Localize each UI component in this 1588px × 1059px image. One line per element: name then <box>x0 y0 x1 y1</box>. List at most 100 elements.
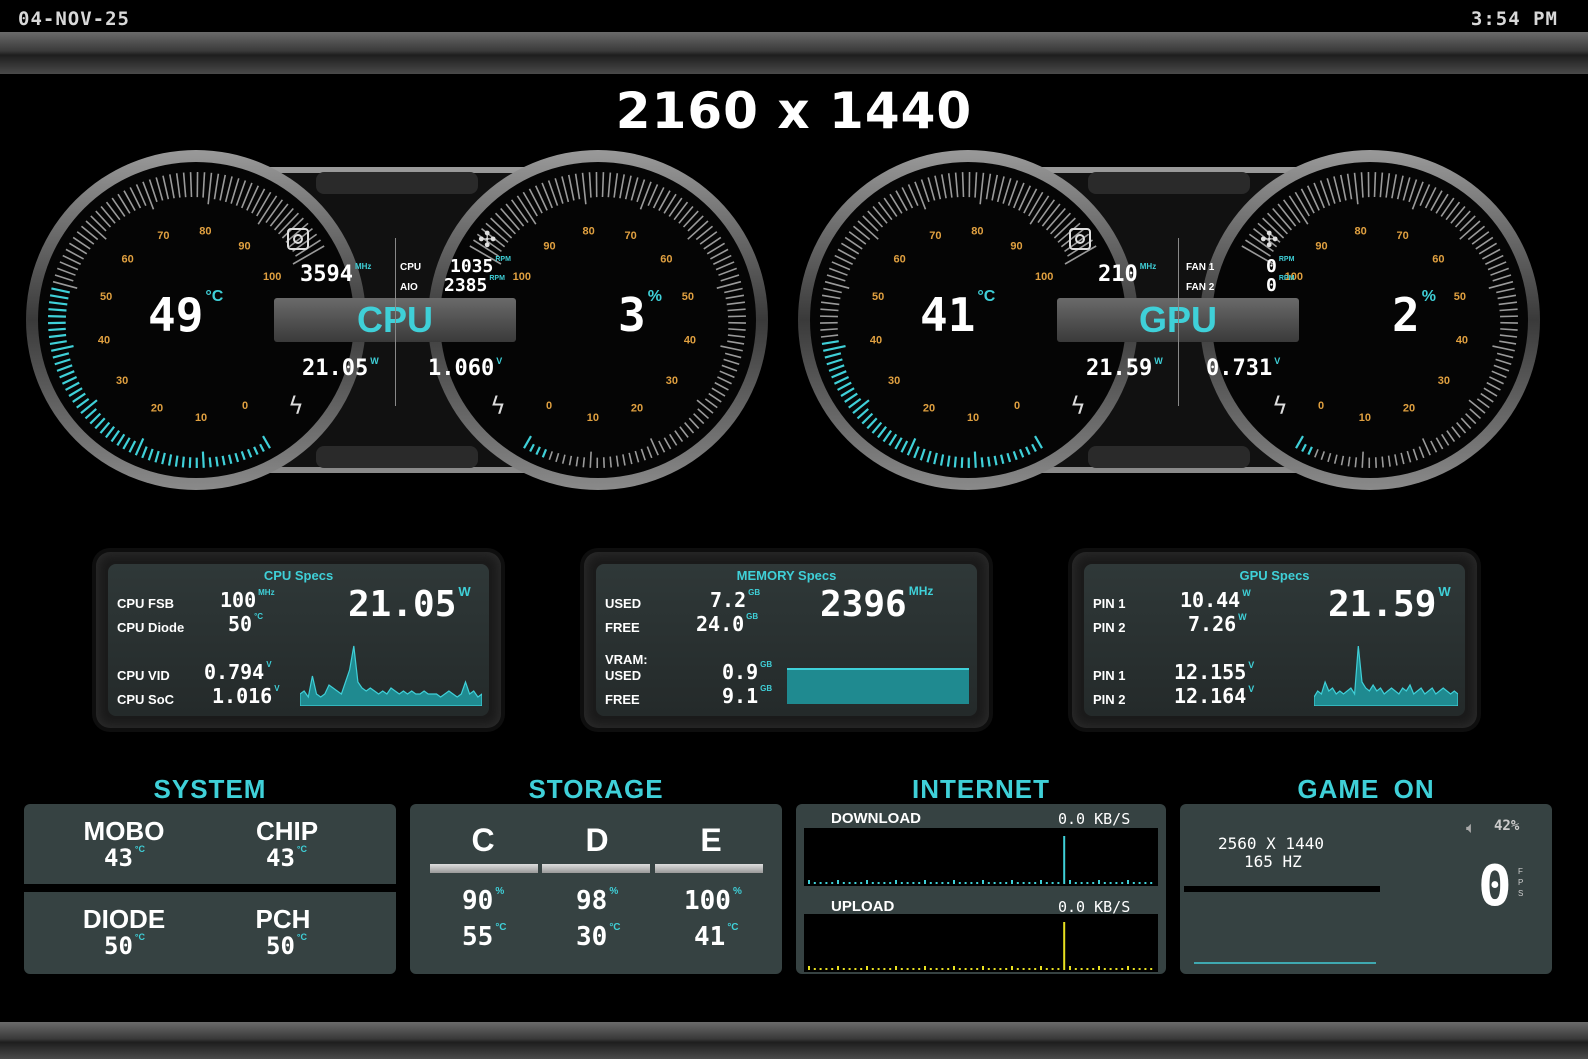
ul-graph-bar <box>860 968 863 970</box>
ul-graph-bar <box>929 968 932 970</box>
ul-graph-bar <box>831 968 834 970</box>
gpu-right-tick <box>1354 457 1358 468</box>
cpu-right-tick-label: 50 <box>682 291 694 303</box>
dl-graph-bar <box>912 882 915 884</box>
pin1-volts: 12.155 V <box>1174 660 1255 684</box>
cpu-fan-label-2: AIO <box>400 282 418 293</box>
cpu-left-tick <box>48 327 66 332</box>
memory-clock: 2396 MHz <box>820 584 934 625</box>
cpu-left-tick <box>201 451 205 468</box>
dl-graph-bar <box>842 882 845 884</box>
dl-graph-bar <box>1127 880 1129 884</box>
dl-graph-bar <box>1132 882 1135 884</box>
gpu-graph-area <box>1314 645 1458 706</box>
dl-graph-bar <box>1005 882 1008 884</box>
gpu-clock: 210 MHz <box>1098 262 1157 287</box>
gpu-right-tick-label: 0 <box>1318 400 1324 412</box>
ul-graph-bar <box>848 968 851 970</box>
cpu-left-tick <box>189 172 193 198</box>
cpu-soc-label: CPU SoC <box>117 692 175 707</box>
gpu-right-tick-label: 90 <box>1315 240 1327 252</box>
ul-graph-bar <box>1034 968 1037 970</box>
dl-graph-bar <box>900 882 903 884</box>
dl-graph-bar <box>1022 882 1025 884</box>
fps-value: 0 <box>1478 854 1512 919</box>
cpu-voltage: 1.060 V <box>428 356 503 381</box>
memory-used-value: 7.2 GB <box>710 588 761 612</box>
cpu-right-tick <box>589 451 592 468</box>
dl-graph-bar <box>1063 836 1066 884</box>
dl-graph-bar <box>1150 882 1153 884</box>
ul-graph-bar <box>819 968 822 970</box>
ul-graph-bar <box>999 968 1002 970</box>
gpu-right-tick <box>1381 456 1384 468</box>
dl-graph-bar <box>1069 880 1071 884</box>
dl-graph-bar <box>993 882 996 884</box>
cpu-left-tick-label: 100 <box>263 271 281 283</box>
vram-used-value: 0.9 GB <box>722 660 773 684</box>
dl-graph-bar <box>871 882 874 884</box>
cpu-diode-label: CPU Diode <box>117 620 185 635</box>
ul-graph-bar <box>808 966 810 970</box>
gpu-left-tick <box>987 456 991 467</box>
game-heading: GAME ON <box>1297 774 1435 804</box>
cpu-right-tick-label: 20 <box>631 403 643 415</box>
dl-graph-bar <box>1092 882 1095 884</box>
dl-graph-bar <box>947 882 950 884</box>
cpu-right-tick-label: 100 <box>513 271 531 283</box>
memory-free-value: 24.0 GB <box>696 612 759 636</box>
dl-graph-bar <box>848 882 851 884</box>
gpu-left-tick <box>961 172 965 198</box>
cpu-left-tick <box>174 455 179 467</box>
dl-graph-bar <box>1098 880 1100 884</box>
cpu-left-tick-label: 80 <box>199 225 211 237</box>
dl-graph-bar <box>918 882 921 884</box>
cpu-left-tick <box>215 456 219 467</box>
dl-graph-bar <box>1138 882 1141 884</box>
bolt-icon: ϟ <box>1070 392 1086 420</box>
ul-graph-bar <box>912 968 915 970</box>
gpu-specs-panel: GPU Specs PIN 1 PIN 2 10.44 W 7.26 W 21.59… <box>1072 552 1477 728</box>
drive-e-label: E <box>700 822 722 858</box>
ul-graph-bar <box>1127 966 1129 970</box>
cpu-bridge-bottom <box>316 446 478 468</box>
gpu-left-tick <box>973 451 977 468</box>
drive-c-usage-bar <box>430 864 538 873</box>
gpu-left-tick-label: 100 <box>1035 271 1053 283</box>
dl-graph-bar <box>982 880 984 884</box>
drive-e-temp: 41 °C <box>694 922 739 952</box>
dl-graph-bar <box>837 880 839 884</box>
dl-graph-bar <box>976 882 979 884</box>
gpu-left-tick-label: 50 <box>872 291 884 303</box>
system-row: MOBO 43 °C CHIP 43 °C <box>24 804 396 884</box>
cpu-specs-power: 21.05 W <box>348 584 471 625</box>
cpu-power-graph <box>300 645 482 706</box>
internet-panel: DOWNLOAD 0.0 KB/S UPLOAD 0.0 KB/S <box>796 804 1166 974</box>
dl-graph-bar <box>906 882 909 884</box>
dl-graph-bar <box>941 882 944 884</box>
cpu-fan-label-1: CPU <box>400 262 422 273</box>
dl-graph-bar <box>1109 882 1112 884</box>
gpu-fan-2: 0 RPM <box>1266 275 1295 296</box>
bottom-rail <box>0 1022 1588 1059</box>
dl-graph-bar <box>1144 882 1147 884</box>
mobo-temp: 43 °C <box>104 844 146 872</box>
pin2-label: PIN 2 <box>1093 620 1126 635</box>
drive-d-usage-bar <box>542 864 650 873</box>
vram-used-label: USED <box>605 668 642 683</box>
cpu-right-tick <box>609 456 612 468</box>
cpu-left-tick-label: 70 <box>157 230 169 242</box>
cpu-left-tick-label: 30 <box>116 375 128 387</box>
gpu-chip-icon <box>1069 228 1091 250</box>
gpu-left-tick-label: 60 <box>894 253 906 265</box>
gpu-specs-title: GPU Specs <box>1239 568 1310 583</box>
dl-graph-bar <box>1115 882 1118 884</box>
dl-graph-bar <box>1034 882 1037 884</box>
dl-graph-bar <box>825 882 828 884</box>
ul-graph-bar <box>987 968 990 970</box>
cpu-right-tick <box>582 457 586 468</box>
internet-heading: INTERNET <box>912 774 1050 804</box>
download-graph <box>804 828 1158 886</box>
gpu-right-tick-label: 60 <box>1432 253 1444 265</box>
gpu-power: 21.59 W <box>1086 356 1163 381</box>
